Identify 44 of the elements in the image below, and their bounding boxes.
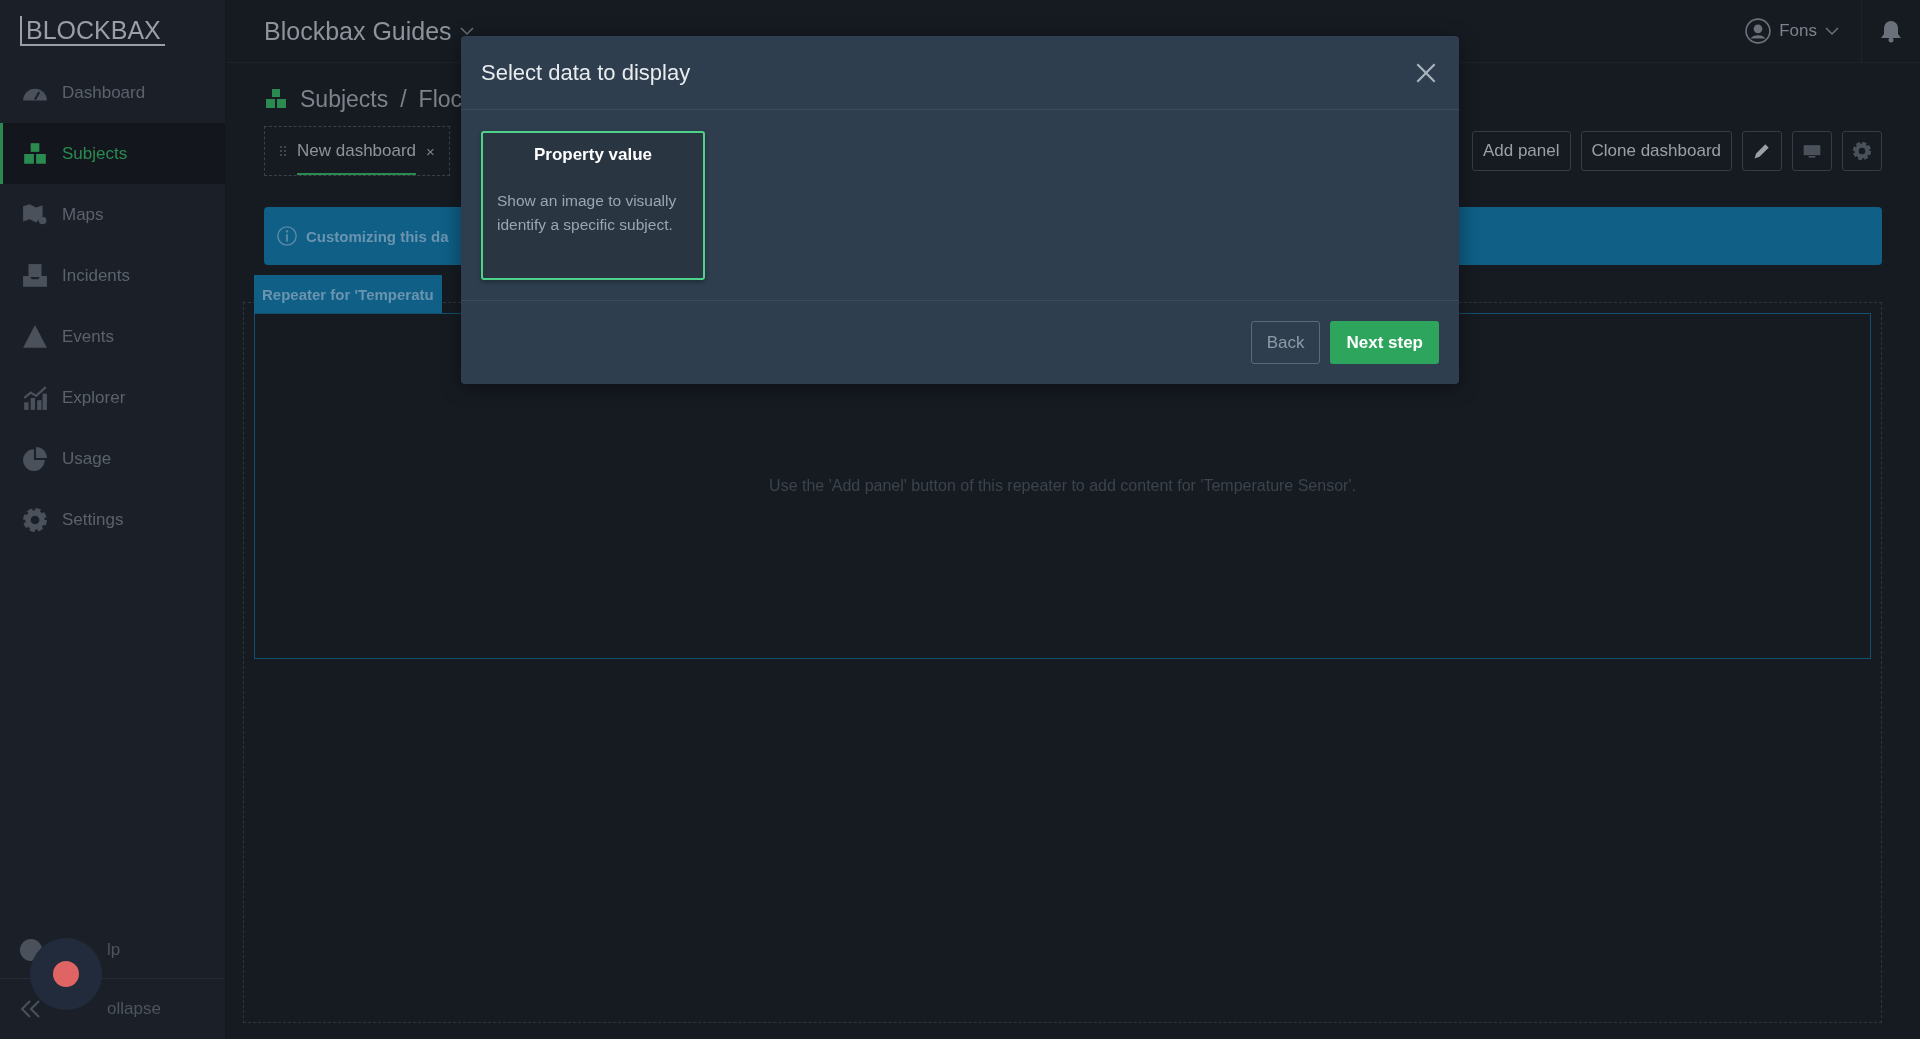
option-title: Property value — [533, 145, 653, 165]
option-card[interactable]: Property value Show an image to visually identify a specific subject. — [481, 131, 705, 280]
record-dot-icon — [53, 961, 79, 987]
dashboard-tab[interactable]: New dashboard × — [264, 126, 450, 176]
user-menu[interactable]: Fons — [1745, 18, 1861, 44]
info-icon — [276, 225, 298, 247]
cubes-icon — [22, 140, 48, 167]
toolbar-button[interactable]: Clone dashboard — [1580, 131, 1732, 171]
bell-icon — [1879, 19, 1903, 43]
nav-item[interactable]: Maps — [0, 184, 225, 245]
back-button[interactable]: Back — [1250, 321, 1321, 364]
workspace-selector[interactable]: Blockbax Guides — [264, 16, 474, 46]
inbox-icon — [22, 262, 48, 289]
nav-item[interactable]: Usage — [0, 428, 225, 489]
cubes-icon — [264, 87, 288, 111]
logo: BLOCKBAX — [20, 16, 165, 46]
tab-label[interactable]: New dashboard — [297, 127, 417, 175]
banner-text: Customizing this da — [306, 227, 449, 245]
nav-item[interactable]: Settings — [0, 489, 225, 550]
caret-icon — [459, 26, 474, 36]
next-step-button[interactable]: Next step — [1330, 321, 1439, 364]
chart-icon — [22, 384, 48, 411]
dialog-title: Select data to display — [481, 59, 691, 86]
nav-item[interactable]: Events — [0, 306, 225, 367]
repeater-title: Repeater for 'Temperatu — [254, 275, 442, 313]
breadcrumb-separator: / — [400, 85, 407, 113]
nav-item[interactable]: Subjects — [0, 123, 225, 184]
pie-chart-icon — [22, 445, 48, 472]
option-description: Show an image to visually identify a specific subject. — [497, 191, 678, 235]
grip-icon — [279, 145, 287, 157]
nav-item[interactable]: Dashboard — [0, 62, 225, 123]
pencil-icon — [1752, 141, 1772, 161]
nav-item[interactable]: Incidents — [0, 245, 225, 306]
settings-icon — [1852, 141, 1872, 161]
avatar-icon — [1745, 18, 1772, 44]
caret-icon — [1825, 26, 1839, 36]
warning-icon — [22, 323, 48, 350]
breadcrumb-link[interactable]: Subjects — [300, 85, 389, 113]
toolbar-button[interactable]: Add panel — [1471, 131, 1571, 171]
edit-button[interactable] — [1742, 131, 1782, 171]
nav-item[interactable]: Explorer — [0, 367, 225, 428]
close-tab-button[interactable]: × — [426, 142, 435, 160]
settings-icon — [22, 506, 48, 533]
breadcrumb-link[interactable]: Floc — [418, 85, 463, 113]
